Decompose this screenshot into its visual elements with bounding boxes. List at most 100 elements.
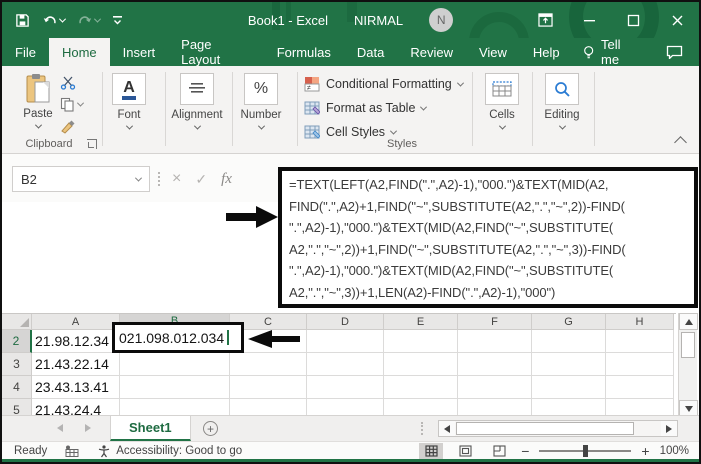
minimize-button[interactable] [567, 2, 611, 38]
zoom-in-button[interactable]: + [641, 443, 649, 459]
clipboard-dialog-launcher[interactable] [87, 139, 97, 149]
horizontal-scrollbar-thumb[interactable] [456, 422, 634, 435]
cells-group-button[interactable]: Cells [474, 73, 530, 133]
scroll-left-button[interactable] [439, 421, 455, 436]
accessibility-status[interactable]: Accessibility: Good to go [97, 444, 242, 458]
select-all-corner[interactable] [2, 314, 32, 330]
column-header-a[interactable]: A [32, 314, 120, 330]
save-icon[interactable] [12, 11, 33, 30]
cell-f3[interactable] [458, 353, 532, 376]
tab-view[interactable]: View [466, 38, 520, 66]
worksheet-grid[interactable]: A B C D E F G H 2 21.98.12.34 3 21.43.22… [2, 313, 676, 417]
comments-icon[interactable] [650, 38, 699, 66]
cell-d3[interactable] [307, 353, 384, 376]
cell-c4[interactable] [230, 376, 307, 399]
paste-dropdown-icon[interactable] [34, 122, 41, 129]
tab-review[interactable]: Review [397, 38, 466, 66]
normal-view-button[interactable] [419, 443, 443, 460]
font-group-button[interactable]: A Font [101, 73, 157, 133]
avatar[interactable]: N [429, 8, 453, 32]
sheet-tab-sheet1[interactable]: Sheet1 [110, 416, 191, 441]
cell-e2[interactable] [384, 330, 458, 353]
zoom-out-button[interactable]: − [521, 443, 529, 459]
horizontal-scrollbar[interactable] [438, 420, 678, 437]
insert-function-icon[interactable]: fx [221, 171, 232, 188]
cell-g3[interactable] [532, 353, 606, 376]
zoom-slider-handle[interactable] [583, 445, 588, 457]
format-as-table-button[interactable]: Format as Table [304, 97, 463, 119]
maximize-button[interactable] [611, 2, 655, 38]
cell-h3[interactable] [606, 353, 674, 376]
cell-e4[interactable] [384, 376, 458, 399]
name-box[interactable]: B2 [12, 166, 150, 192]
tab-scrollbar-splitter[interactable] [421, 422, 423, 435]
cut-button[interactable] [60, 74, 83, 91]
cell-b4[interactable] [120, 376, 230, 399]
page-break-preview-button[interactable] [487, 443, 511, 460]
zoom-slider[interactable] [539, 450, 631, 452]
cell-d4[interactable] [307, 376, 384, 399]
tab-formulas[interactable]: Formulas [264, 38, 344, 66]
row-header-4[interactable]: 4 [2, 376, 32, 399]
cell-f4[interactable] [458, 376, 532, 399]
close-button[interactable] [655, 2, 699, 38]
copy-dropdown-icon[interactable] [77, 100, 84, 107]
scroll-up-button[interactable] [679, 313, 698, 330]
vertical-scrollbar-thumb[interactable] [681, 332, 695, 358]
tell-me-box[interactable]: Tell me [573, 38, 650, 66]
format-painter-button[interactable] [60, 118, 83, 135]
zoom-level[interactable]: 100% [660, 445, 689, 457]
cell-g2[interactable] [532, 330, 606, 353]
copy-button[interactable] [60, 96, 83, 113]
column-header-d[interactable]: D [307, 314, 384, 330]
next-sheet-icon[interactable] [85, 424, 91, 432]
conditional-formatting-button[interactable]: ≠ Conditional Formatting [304, 73, 463, 95]
tab-data[interactable]: Data [344, 38, 397, 66]
cancel-icon[interactable]: × [172, 170, 181, 188]
cell-c3[interactable] [230, 353, 307, 376]
column-header-f[interactable]: F [458, 314, 532, 330]
row-header-3[interactable]: 3 [2, 353, 32, 376]
cell-a3[interactable]: 21.43.22.14 [32, 353, 120, 376]
redo-button[interactable] [74, 12, 103, 29]
cell-a4[interactable]: 23.43.13.41 [32, 376, 120, 399]
tab-page-layout[interactable]: Page Layout [168, 38, 264, 66]
customize-qat-button[interactable] [109, 12, 126, 28]
tab-help[interactable]: Help [520, 38, 573, 66]
format-as-table-icon [304, 100, 320, 116]
column-header-h[interactable]: H [606, 314, 674, 330]
redo-dropdown-icon[interactable] [94, 15, 101, 22]
previous-sheet-icon[interactable] [57, 424, 63, 432]
cell-h2[interactable] [606, 330, 674, 353]
new-sheet-button[interactable]: + [203, 421, 218, 436]
number-group-button[interactable]: % Number [233, 73, 289, 133]
cell-a2[interactable]: 21.98.12.34 [32, 330, 120, 353]
scroll-right-button[interactable] [661, 421, 677, 436]
name-box-dropdown-icon[interactable] [135, 174, 142, 181]
enter-icon[interactable]: ✓ [195, 171, 207, 188]
tab-insert[interactable]: Insert [110, 38, 169, 66]
editing-group-button[interactable]: Editing [534, 73, 590, 133]
macro-record-icon[interactable] [65, 445, 79, 457]
selected-cell-b2-annotation-box[interactable]: 021.098.012.034 [112, 322, 244, 353]
page-layout-view-button[interactable] [453, 443, 477, 460]
cell-h4[interactable] [606, 376, 674, 399]
tab-file[interactable]: File [2, 38, 49, 66]
ribbon-display-options-button[interactable] [523, 2, 567, 38]
cell-f2[interactable] [458, 330, 532, 353]
column-header-e[interactable]: E [384, 314, 458, 330]
user-name[interactable]: NIRMAL [354, 13, 403, 28]
undo-button[interactable] [39, 12, 68, 29]
cell-b3[interactable] [120, 353, 230, 376]
paste-button[interactable]: Paste [16, 73, 60, 132]
undo-dropdown-icon[interactable] [59, 15, 66, 22]
cell-d2[interactable] [307, 330, 384, 353]
column-header-g[interactable]: G [532, 314, 606, 330]
cell-e3[interactable] [384, 353, 458, 376]
tab-home[interactable]: Home [49, 38, 110, 66]
alignment-group-button[interactable]: Alignment [166, 73, 228, 133]
vertical-scrollbar[interactable] [678, 313, 697, 417]
collapse-ribbon-icon[interactable] [674, 136, 687, 149]
row-header-2[interactable]: 2 [2, 330, 32, 353]
cell-g4[interactable] [532, 376, 606, 399]
